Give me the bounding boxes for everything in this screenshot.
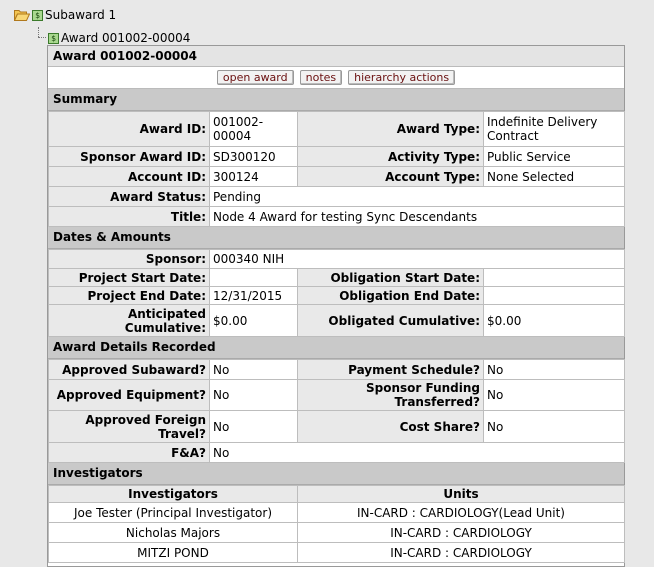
award-id-value: 001002-00004: [209, 111, 298, 147]
tree-root-label[interactable]: Subaward 1: [45, 8, 116, 22]
account-id-value: 300124: [209, 166, 298, 187]
project-start-label: Project Start Date:: [48, 268, 210, 287]
dates-table: Sponsor: 000340 NIH Project Start Date: …: [48, 249, 626, 337]
sponsor-funding-label: Sponsor Funding Transferred?: [297, 379, 484, 411]
dollar-icon: $: [48, 32, 59, 44]
col-units: Units: [297, 485, 625, 503]
cost-share-label: Cost Share?: [297, 410, 484, 443]
approved-foreign-value: No: [209, 410, 298, 443]
account-type-label: Account Type:: [297, 166, 484, 187]
details-heading: Award Details Recorded: [48, 337, 624, 359]
award-status-label: Award Status:: [48, 186, 210, 207]
obligation-start-label: Obligation Start Date:: [297, 268, 484, 287]
summary-heading: Summary: [48, 89, 624, 111]
investigators-table: Investigators Units Joe Tester (Principa…: [48, 485, 625, 563]
tree-connector: [38, 27, 39, 37]
investigator-name: Nicholas Majors: [48, 522, 298, 543]
title-label: Title:: [48, 206, 210, 227]
account-type-value: None Selected: [483, 166, 625, 187]
account-id-label: Account ID:: [48, 166, 210, 187]
table-row: Nicholas Majors IN-CARD : CARDIOLOGY: [48, 522, 625, 543]
details-table: Approved Subaward? No Payment Schedule? …: [48, 359, 625, 463]
open-folder-icon: [14, 9, 30, 21]
award-type-value: Indefinite Delivery Contract: [483, 111, 625, 147]
tree-connector-h: [38, 37, 46, 38]
investigator-name: Joe Tester (Principal Investigator): [48, 502, 298, 523]
cost-share-value: No: [483, 410, 625, 443]
obligation-end-label: Obligation End Date:: [297, 286, 484, 305]
project-start-value: [209, 268, 298, 287]
award-status-value: Pending: [209, 186, 625, 207]
award-panel: Award 001002-00004 open award notes hier…: [47, 45, 626, 567]
payment-schedule-label: Payment Schedule?: [297, 359, 484, 380]
tree-child-label[interactable]: Award 001002-00004: [61, 31, 190, 45]
obligated-value: $0.00: [482, 304, 626, 337]
sponsor-funding-value: No: [483, 379, 625, 411]
obligation-start-value: [482, 268, 626, 287]
notes-button[interactable]: notes: [299, 70, 343, 85]
fa-value: No: [209, 442, 625, 463]
investigators-heading: Investigators: [48, 463, 624, 485]
project-end-value: 12/31/2015: [209, 286, 298, 305]
table-row: Joe Tester (Principal Investigator) IN-C…: [48, 502, 625, 523]
project-end-label: Project End Date:: [48, 286, 210, 305]
anticipated-value: $0.00: [209, 304, 298, 337]
sponsor-award-id-value: SD300120: [209, 146, 298, 167]
title-value: Node 4 Award for testing Sync Descendant…: [209, 206, 625, 227]
investigator-unit: IN-CARD : CARDIOLOGY(Lead Unit): [297, 502, 625, 523]
tree-node-subaward[interactable]: $ Subaward 1: [14, 8, 116, 22]
obligation-end-value: [482, 286, 626, 305]
sponsor-value: 000340 NIH: [208, 249, 626, 269]
hierarchy-actions-button[interactable]: hierarchy actions: [348, 70, 456, 85]
summary-table: Award ID: 001002-00004 Award Type: Indef…: [48, 111, 625, 227]
payment-schedule-value: No: [483, 359, 625, 380]
approved-equipment-value: No: [209, 379, 298, 411]
tree-node-award[interactable]: $ Award 001002-00004: [48, 31, 190, 45]
award-type-label: Award Type:: [297, 111, 484, 147]
approved-subaward-value: No: [209, 359, 298, 380]
approved-equipment-label: Approved Equipment?: [48, 379, 210, 411]
panel-title: Award 001002-00004: [48, 46, 624, 67]
obligated-label: Obligated Cumulative:: [297, 304, 484, 337]
sponsor-label: Sponsor:: [48, 249, 210, 269]
activity-type-label: Activity Type:: [297, 146, 484, 167]
investigator-unit: IN-CARD : CARDIOLOGY: [297, 522, 625, 543]
dollar-icon: $: [32, 9, 43, 21]
dates-heading: Dates & Amounts: [48, 227, 624, 249]
sponsor-award-id-label: Sponsor Award ID:: [48, 146, 210, 167]
approved-subaward-label: Approved Subaward?: [48, 359, 210, 380]
button-row: open award notes hierarchy actions: [48, 67, 624, 89]
approved-foreign-label: Approved Foreign Travel?: [48, 410, 210, 443]
col-investigators: Investigators: [48, 485, 298, 503]
activity-type-value: Public Service: [483, 146, 625, 167]
fa-label: F&A?: [48, 442, 210, 463]
open-award-button[interactable]: open award: [216, 70, 294, 85]
award-id-label: Award ID:: [48, 111, 210, 147]
anticipated-label: Anticipated Cumulative:: [48, 304, 210, 337]
